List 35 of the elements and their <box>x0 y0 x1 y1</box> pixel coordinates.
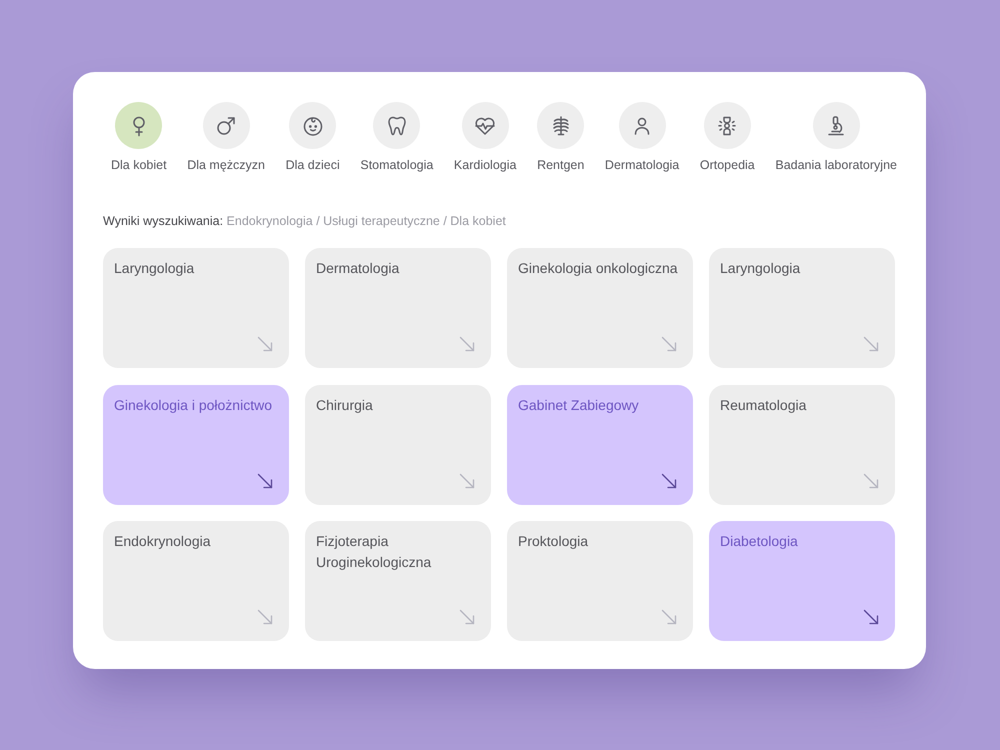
result-card[interactable]: Chirurgia <box>305 384 491 504</box>
category-button[interactable]: Ortopedia <box>700 102 755 173</box>
result-card[interactable]: Proktologia <box>507 521 693 641</box>
result-card[interactable]: Dermatologia <box>305 248 491 368</box>
category-button[interactable]: Rentgen <box>537 102 584 173</box>
result-card[interactable]: Ginekologia i położnictwo <box>103 384 289 504</box>
arrow-down-right-icon <box>257 609 273 625</box>
arrow-down-right-icon <box>257 472 273 488</box>
result-card[interactable]: Laryngologia <box>103 248 289 368</box>
result-card[interactable]: Laryngologia <box>709 248 895 368</box>
result-card[interactable]: Endokrynologia <box>103 521 289 641</box>
result-card[interactable]: Diabetologia <box>709 521 895 641</box>
arrow-down-right-icon <box>661 609 677 625</box>
result-card[interactable]: Fizjoterapia Uroginekologiczna <box>305 521 491 641</box>
category-button[interactable]: Dla mężczyzn <box>187 102 265 173</box>
category-button[interactable]: Kardiologia <box>454 102 516 173</box>
arrow-down-right-icon <box>863 336 879 352</box>
arrow-down-right-icon <box>863 472 879 488</box>
breadcrumb-path: Endokrynologia / Usługi terapeutyczne / Dla kobiet <box>226 214 506 228</box>
arrow-down-right-icon <box>459 472 475 488</box>
result-card[interactable]: Ginekologia onkologiczna <box>507 248 693 368</box>
arrow-down-right-icon <box>459 336 475 352</box>
result-card[interactable]: Gabinet Zabiegowy <box>507 384 693 504</box>
category-button[interactable]: Stomatologia <box>360 102 434 173</box>
arrow-down-right-icon <box>863 609 879 625</box>
arrow-down-right-icon <box>257 336 273 352</box>
arrow-down-right-icon <box>459 609 475 625</box>
result-card[interactable]: Reumatologia <box>709 384 895 504</box>
category-button[interactable]: Dermatologia <box>604 102 680 173</box>
category-button[interactable]: Dla dzieci <box>286 102 340 173</box>
category-button[interactable]: Badania laboratoryjne <box>775 102 897 173</box>
search-results-label: Wyniki wyszukiwania: <box>103 214 224 228</box>
arrow-down-right-icon <box>661 336 677 352</box>
category-button[interactable]: Dla kobiet <box>111 102 167 173</box>
arrow-down-right-icon <box>661 472 677 488</box>
